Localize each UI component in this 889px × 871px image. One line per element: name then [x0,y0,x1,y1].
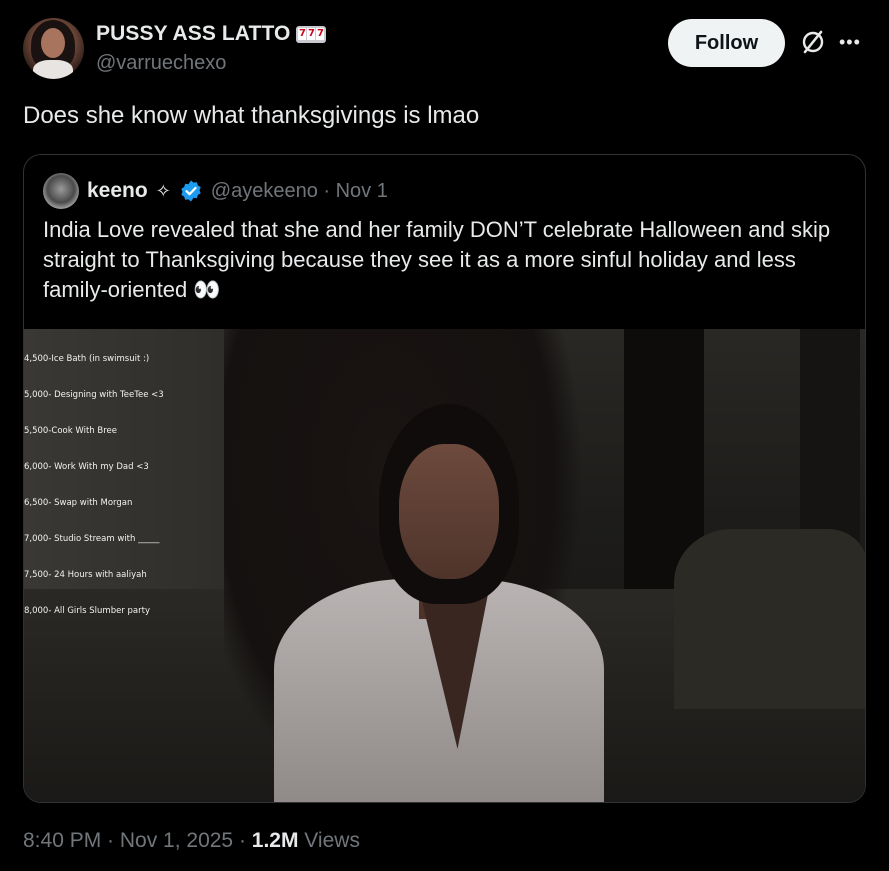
sparkle-icon: ✧ [155,180,171,201]
author-avatar[interactable] [23,18,84,79]
overlay-line: 5,000- Designing with TeeTee <3 [24,390,164,400]
follow-button[interactable]: Follow [668,19,785,67]
quoted-author-handle[interactable]: @ayekeeno · Nov 1 [211,180,388,203]
overlay-line: 5,500-Cook With Bree [24,426,117,436]
author-handle[interactable]: @varruechexo [96,52,226,75]
views-label: Views [298,829,360,852]
author-name-row: PUSSY ASS LATTO 777 [96,22,327,46]
views-count: 1.2M [251,829,299,852]
quoted-author-avatar[interactable] [43,173,79,209]
more-options-icon[interactable]: ••• [839,32,863,52]
overlay-line: 7,000- Studio Stream with _____ [24,534,160,544]
overlay-line: 6,000- Work With my Dad <3 [24,462,149,472]
quoted-post-header: keeno ✧ @ayekeeno · Nov 1 [43,173,388,209]
slot-machine-icon: 777 [296,25,327,43]
post-text: Does she know what thanksgivings is lmao [23,102,480,129]
overlay-line: 8,000- All Girls Slumber party [24,606,150,616]
verified-badge-icon [181,180,201,202]
background-clothes [674,529,865,709]
overlay-line: 6,500- Swap with Morgan [24,498,133,508]
grok-icon[interactable] [799,28,827,56]
quoted-author-display-name[interactable]: keeno [87,179,148,203]
quoted-post[interactable]: keeno ✧ @ayekeeno · Nov 1 India Love rev… [23,154,866,803]
author-display-name[interactable]: PUSSY ASS LATTO [96,22,290,46]
quoted-video[interactable]: 4,500-Ice Bath (in swimsuit :) 5,000- De… [24,329,865,802]
quoted-post-text: India Love revealed that she and her fam… [43,217,831,302]
overlay-line: 4,500-Ice Bath (in swimsuit :) [24,354,150,364]
post-header: PUSSY ASS LATTO 777 @varruechexo Follow … [23,18,868,80]
post-timestamp[interactable]: 8:40 PM · Nov 1, 2025 · [23,829,252,852]
post-metadata: 8:40 PM · Nov 1, 2025 · 1.2M Views [23,829,360,853]
person-face [399,444,499,579]
video-overlay-list: 4,500-Ice Bath (in swimsuit :) 5,000- De… [24,329,164,641]
overlay-line: 7,500- 24 Hours with aaliyah [24,570,147,580]
